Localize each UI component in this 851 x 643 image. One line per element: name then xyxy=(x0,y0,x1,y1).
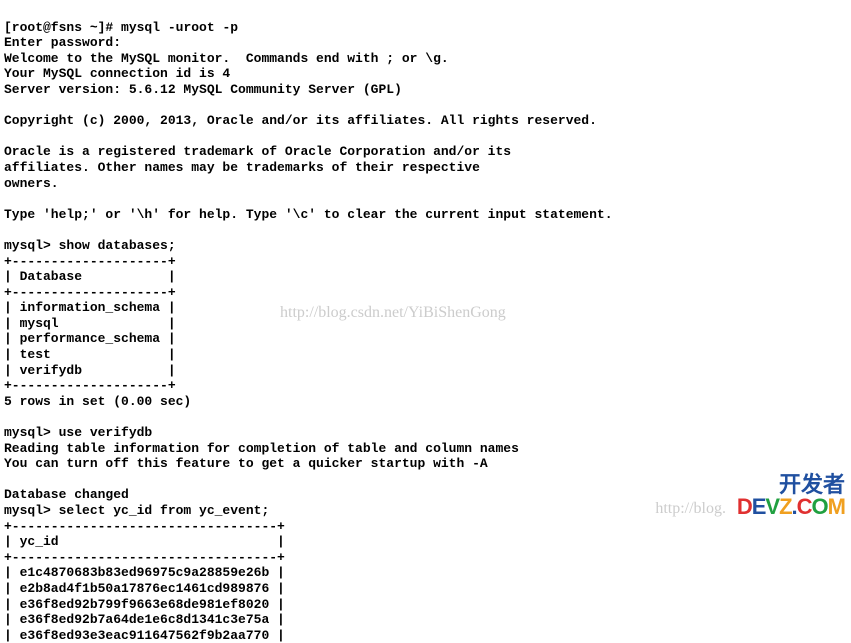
copyright-text: Copyright (c) 2000, 2013, Oracle and/or … xyxy=(4,113,597,128)
table-border: +----------------------------------+ xyxy=(4,519,285,534)
table-border: +--------------------+ xyxy=(4,254,176,269)
table-row: | e1c4870683b83ed96975c9a28859e26b | xyxy=(4,565,285,580)
server-version-text: Server version: 5.6.12 MySQL Community S… xyxy=(4,82,402,97)
table-border: +--------------------+ xyxy=(4,378,176,393)
table-header: | yc_id | xyxy=(4,534,285,549)
help-text: Type 'help;' or '\h' for help. Type '\c'… xyxy=(4,207,613,222)
table-row: | e2b8ad4f1b50a17876ec1461cd989876 | xyxy=(4,581,285,596)
shell-prompt: [root@fsns ~]# xyxy=(4,20,121,35)
connection-id-text: Your MySQL connection id is 4 xyxy=(4,66,230,81)
table-row: | verifydb | xyxy=(4,363,176,378)
table-row: | mysql | xyxy=(4,316,176,331)
select-command[interactable]: select yc_id from yc_event; xyxy=(59,503,270,518)
table-row: | e36f8ed92b799f9663e68de981ef8020 | xyxy=(4,597,285,612)
mysql-login-command[interactable]: mysql -uroot -p xyxy=(121,20,238,35)
welcome-text: Welcome to the MySQL monitor. Commands e… xyxy=(4,51,449,66)
turn-off-feature-text: You can turn off this feature to get a q… xyxy=(4,456,488,471)
table-border: +----------------------------------+ xyxy=(4,550,285,565)
table-row: | test | xyxy=(4,347,176,362)
table-row: | e36f8ed92b7a64de1e6c8d1341c3e75a | xyxy=(4,612,285,627)
row-summary: 5 rows in set (0.00 sec) xyxy=(4,394,191,409)
database-changed-text: Database changed xyxy=(4,487,129,502)
password-prompt: Enter password: xyxy=(4,35,121,50)
show-databases-command[interactable]: show databases; xyxy=(59,238,176,253)
mysql-prompt: mysql> xyxy=(4,503,59,518)
trademark-text-2: affiliates. Other names may be trademark… xyxy=(4,160,480,175)
mysql-prompt: mysql> xyxy=(4,425,59,440)
trademark-text-3: owners. xyxy=(4,176,59,191)
use-database-command[interactable]: use verifydb xyxy=(59,425,153,440)
mysql-prompt: mysql> xyxy=(4,238,59,253)
table-border: +--------------------+ xyxy=(4,285,176,300)
terminal-output: [root@fsns ~]# mysql -uroot -p Enter pas… xyxy=(4,4,847,643)
table-row: | performance_schema | xyxy=(4,331,176,346)
trademark-text-1: Oracle is a registered trademark of Orac… xyxy=(4,144,511,159)
table-header: | Database | xyxy=(4,269,176,284)
table-row: | e36f8ed93e3eac911647562f9b2aa770 | xyxy=(4,628,285,643)
reading-table-info-text: Reading table information for completion… xyxy=(4,441,519,456)
table-row: | information_schema | xyxy=(4,300,176,315)
